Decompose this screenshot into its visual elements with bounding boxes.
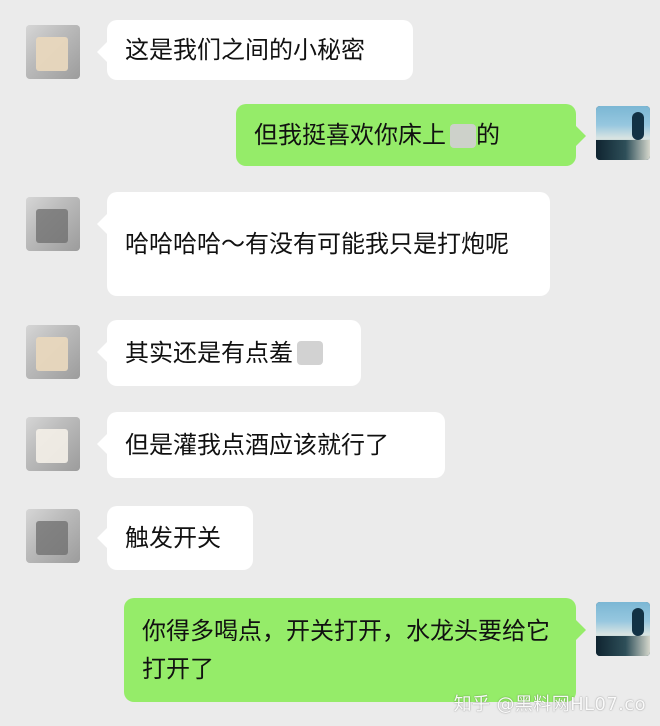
contact-avatar-2[interactable]: [26, 197, 80, 251]
contact-avatar-4[interactable]: [26, 417, 80, 471]
message-5-text: 但是灌我点酒应该就行了: [125, 431, 389, 459]
message-5-bubble[interactable]: 但是灌我点酒应该就行了: [97, 412, 445, 478]
message-2-text-main: 但我挺喜欢你床上: [254, 121, 446, 149]
message-3-text: 哈哈哈哈～有没有可能我只是打炮呢: [125, 230, 509, 258]
redaction-mark-2: [297, 341, 323, 365]
chat-conversation: 这是我们之间的小秘密 但我挺喜欢你床上 的 哈哈哈哈～有没有可能我只是打炮呢 其实…: [0, 0, 660, 726]
message-3-bubble[interactable]: 哈哈哈哈～有没有可能我只是打炮呢: [97, 192, 550, 296]
watermark-text: 知乎 @黑料网HL07.co: [453, 694, 646, 715]
message-1-text: 这是我们之间的小秘密: [125, 36, 365, 64]
contact-avatar-3[interactable]: [26, 325, 80, 379]
message-4-text: 其实还是有点羞: [125, 339, 293, 367]
contact-avatar-5[interactable]: [26, 509, 80, 563]
message-4-bubble[interactable]: 其实还是有点羞: [97, 320, 361, 386]
user-avatar-1[interactable]: [596, 106, 650, 160]
user-avatar-2[interactable]: [596, 602, 650, 656]
redaction-mark: [450, 124, 476, 148]
message-6-bubble[interactable]: 触发开关: [97, 506, 253, 570]
message-2-text: 但我挺喜欢你床上 的: [254, 116, 500, 154]
message-6-text: 触发开关: [125, 524, 221, 552]
contact-avatar-1[interactable]: [26, 25, 80, 79]
message-1-bubble[interactable]: 这是我们之间的小秘密: [97, 20, 413, 80]
message-7-bubble[interactable]: 你得多喝点，开关打开，水龙头要给它打开了: [124, 598, 586, 702]
message-7-text: 你得多喝点，开关打开，水龙头要给它打开了: [142, 617, 550, 683]
message-2-bubble[interactable]: 但我挺喜欢你床上 的: [236, 104, 586, 166]
message-2-text-tail: 的: [476, 121, 500, 149]
